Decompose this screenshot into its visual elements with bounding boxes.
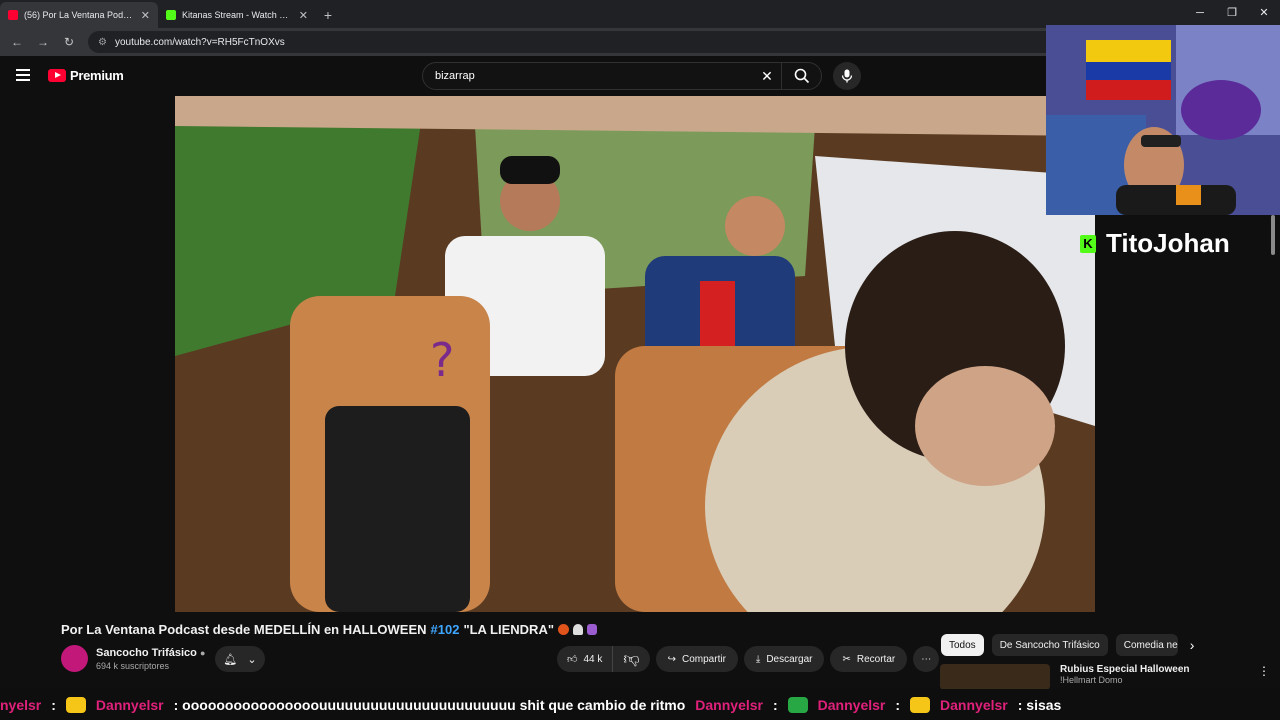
clip-button[interactable]: ✂ Recortar: [830, 646, 908, 672]
emote-icon: [910, 696, 931, 713]
thumbs-down-icon: 👎︎: [623, 650, 640, 668]
related-video-title[interactable]: Rubius Especial Halloween: [1060, 664, 1189, 675]
chat-ticker: nyelsr: Dannyelsr : oooooooooooooooouuuu…: [0, 689, 1280, 720]
thumbs-up-icon: 👍︎: [567, 654, 578, 665]
browser-tab-youtube[interactable]: (56) Por La Ventana Podcast de ✕: [0, 2, 158, 28]
close-tab-icon[interactable]: ✕: [299, 9, 308, 22]
ghost-emoji-icon: [573, 624, 583, 635]
related-video-thumbnail[interactable]: [940, 664, 1050, 690]
chevron-right-icon[interactable]: ›: [1190, 637, 1195, 653]
witch-emoji-icon: [587, 624, 597, 635]
pumpkin-emoji-icon: [558, 624, 569, 635]
search-input[interactable]: bizarrap: [423, 70, 753, 82]
voice-search-button[interactable]: [833, 62, 861, 90]
share-button[interactable]: ↪ Compartir: [655, 646, 738, 672]
more-actions-button[interactable]: ⋯: [913, 646, 940, 672]
hamburger-menu-icon[interactable]: [16, 69, 30, 81]
close-window-icon[interactable]: ✕: [1248, 0, 1280, 26]
browser-tab-bar: (56) Por La Ventana Podcast de ✕ Kitanas…: [0, 0, 1280, 28]
forward-icon[interactable]: →: [32, 35, 54, 49]
like-count: 44 k: [583, 653, 603, 665]
url-text: youtube.com/watch?v=RH5FcTnOXvs: [114, 36, 285, 48]
chip-todos[interactable]: Todos: [941, 634, 984, 656]
chip-comedia[interactable]: Comedia negra: [1115, 634, 1178, 656]
chat-username: Dannyelsr: [940, 696, 1008, 713]
search-box[interactable]: bizarrap ✕: [422, 62, 822, 90]
search-icon: [794, 68, 809, 84]
chip-channel[interactable]: De Sancocho Trifásico: [991, 634, 1108, 656]
download-icon: ⤓: [755, 653, 761, 665]
kick-logo-icon: K: [1080, 234, 1096, 253]
emote-icon: [65, 696, 86, 713]
page-scrollbar[interactable]: [1271, 215, 1277, 685]
site-info-icon[interactable]: ⚙: [98, 37, 107, 48]
download-label: Descargar: [766, 653, 813, 665]
share-label: Compartir: [682, 653, 726, 665]
more-vert-icon[interactable]: ⋮: [1258, 664, 1270, 690]
search-button[interactable]: [781, 63, 821, 89]
video-title-text: Por La Ventana Podcast desde MEDELLÍN en…: [61, 622, 427, 637]
streamer-webcam: [1046, 25, 1280, 215]
download-button[interactable]: ⤓ Descargar: [743, 646, 825, 672]
tab-title: (56) Por La Ventana Podcast de: [24, 10, 135, 20]
kick-favicon-icon: [166, 10, 176, 20]
notification-bell-button[interactable]: 🔔︎ ⌄: [215, 646, 265, 672]
emote-icon: [787, 696, 808, 713]
webcam-image: [1046, 25, 1280, 215]
verified-icon: ●: [199, 647, 206, 658]
video-frame-image: ?: [175, 96, 1095, 612]
more-icon: ⋯: [921, 653, 932, 665]
svg-text:?: ?: [430, 333, 454, 387]
like-button[interactable]: 👍︎ 44 k: [557, 646, 614, 672]
chat-username: Dannyelsr: [817, 696, 886, 713]
video-title: Por La Ventana Podcast desde MEDELLÍN en…: [61, 622, 597, 637]
related-video-item[interactable]: Rubius Especial Halloween !Hellmart Domo…: [940, 664, 1270, 690]
bell-icon: 🔔︎: [223, 653, 238, 666]
hashtag-link[interactable]: #102: [431, 622, 460, 637]
reload-icon[interactable]: ↻: [58, 35, 80, 49]
streamer-name: TitoJohan: [1106, 228, 1230, 258]
chat-message: : oooooooooooooooouuuuuuuuuuuuuuuuuuuuuu…: [173, 696, 686, 713]
scissors-icon: ✂: [842, 653, 851, 665]
youtube-play-icon: [48, 69, 66, 82]
share-icon: ↪: [667, 653, 676, 665]
minimize-icon[interactable]: ─: [1184, 0, 1216, 26]
video-actions: 👍︎ 44 k 👎︎ ↪ Compartir ⤓ Descargar ✂ Rec…: [557, 646, 940, 672]
chevron-down-icon: ⌄: [247, 653, 257, 666]
clear-search-icon[interactable]: ✕: [753, 68, 781, 85]
scrollbar-thumb[interactable]: [1271, 215, 1275, 255]
new-tab-button[interactable]: +: [316, 2, 340, 28]
channel-info[interactable]: Sancocho Trifásico ● 694 k suscriptores: [61, 645, 205, 672]
video-title-end: "LA LIENDRA": [463, 622, 554, 637]
dislike-button[interactable]: 👎︎: [613, 646, 649, 672]
microphone-icon: [841, 69, 853, 83]
chat-username: Dannyelsr: [695, 696, 763, 713]
chat-username: nyelsr: [0, 696, 42, 713]
youtube-logo[interactable]: Premium: [48, 68, 124, 83]
tab-title: Kitanas Stream - Watch Live on: [182, 10, 293, 20]
youtube-favicon-icon: [8, 10, 18, 20]
chat-message: : sisas: [1017, 696, 1062, 713]
chat-username: Dannyelsr: [95, 696, 164, 713]
channel-avatar[interactable]: [61, 645, 88, 672]
window-controls: ─ ❐ ✕: [1184, 0, 1280, 26]
back-icon[interactable]: ←: [6, 35, 28, 49]
maximize-icon[interactable]: ❐: [1216, 0, 1248, 26]
related-filter-chips: Todos De Sancocho Trifásico Comedia negr…: [941, 634, 1194, 656]
video-player[interactable]: ?: [175, 96, 1095, 612]
close-tab-icon[interactable]: ✕: [141, 9, 150, 22]
logo-text: Premium: [70, 68, 124, 83]
channel-name[interactable]: Sancocho Trifásico ●: [96, 647, 205, 659]
subscriber-count: 694 k suscriptores: [96, 660, 170, 671]
browser-tab-kick[interactable]: Kitanas Stream - Watch Live on ✕: [158, 2, 316, 28]
like-dislike-group: 👍︎ 44 k 👎︎: [557, 646, 650, 672]
streamer-name-overlay: K TitoJohan: [1080, 228, 1230, 259]
related-video-subtitle: !Hellmart Domo: [1060, 675, 1123, 685]
clip-label: Recortar: [856, 653, 896, 665]
